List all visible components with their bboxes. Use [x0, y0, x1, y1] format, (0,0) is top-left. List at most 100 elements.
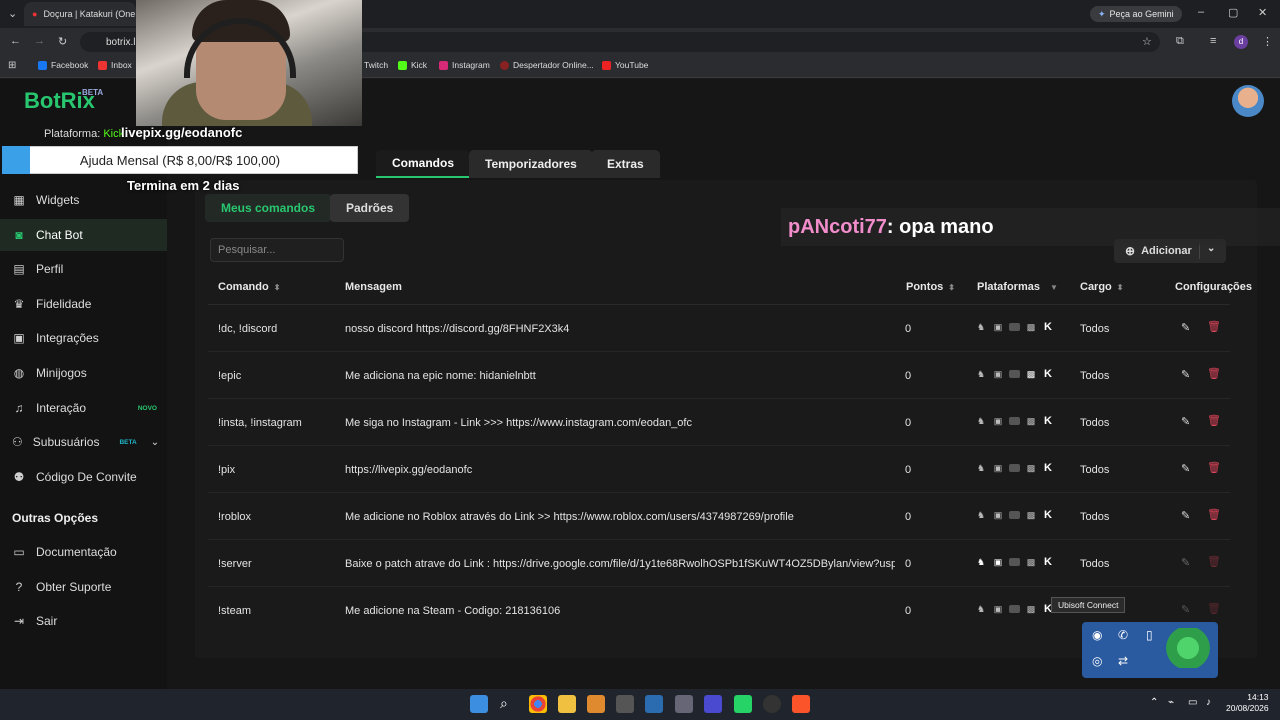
plug-icon: ▣: [13, 331, 25, 345]
browser-tab[interactable]: ● Doçura | Katakuri (One P: [24, 2, 136, 26]
tab-temporizadores[interactable]: Temporizadores: [469, 150, 593, 178]
profile-icon[interactable]: d: [1234, 35, 1248, 49]
discord-icon: ▩: [1026, 603, 1036, 614]
volume-icon[interactable]: ♪: [1206, 697, 1211, 708]
network-icon[interactable]: ▭: [1188, 697, 1197, 708]
back-icon[interactable]: ←: [10, 35, 21, 47]
sidebar-item-label: Minijogos: [36, 366, 87, 380]
bookmark-despertador[interactable]: Despertador Online...: [500, 60, 594, 70]
trovo-icon: ♞: [976, 368, 986, 379]
settings-icon[interactable]: [675, 695, 693, 713]
taskbar-clock[interactable]: 14:13 20/08/2026: [1226, 692, 1269, 714]
obs-icon[interactable]: [763, 695, 781, 713]
reload-icon[interactable]: ↻: [58, 35, 67, 48]
edit-icon[interactable]: ✎: [1181, 556, 1190, 569]
facebook-icon: [38, 60, 47, 70]
bookmark-inbox[interactable]: Inbox: [98, 60, 132, 70]
trash-icon[interactable]: 🗑: [1207, 602, 1221, 615]
filter-icon[interactable]: ▼: [1050, 283, 1058, 292]
bookmark-twitch[interactable]: Twitch: [364, 60, 388, 70]
table-row: !pix https://livepix.gg/eodanofc 0 ♞ ▣ ▩ K …: [208, 446, 1230, 493]
search-icon[interactable]: ⌕: [500, 695, 518, 713]
start-icon[interactable]: [470, 695, 488, 713]
subtab-padroes[interactable]: Padrões: [330, 194, 410, 222]
maximize-icon[interactable]: ▢: [1228, 6, 1238, 19]
user-avatar[interactable]: [1232, 85, 1264, 117]
sidebar-item-sair[interactable]: ⇥ Sair: [0, 605, 167, 637]
table-row: !epic Me adiciona na epic nome: hidaniel…: [208, 352, 1230, 399]
menu-icon[interactable]: ⋮: [1262, 35, 1273, 48]
plus-circle-icon: ⊕: [1125, 244, 1136, 258]
sidebar-item-documentacao[interactable]: ▭ Documentação: [0, 536, 167, 568]
sidebar-item-minijogos[interactable]: ◍ Minijogos: [0, 357, 167, 389]
header-points[interactable]: Pontos ⬍: [906, 281, 955, 293]
steam-icon[interactable]: ◎: [1092, 654, 1102, 668]
message-cell: nosso discord https://discord.gg/8FHNF2X…: [345, 322, 570, 335]
edit-icon[interactable]: ✎: [1181, 462, 1190, 475]
header-command[interactable]: Comando ⬍: [218, 281, 280, 293]
sidebar-item-subusuarios[interactable]: ⚇ Subusuários BETA ⌄: [0, 426, 167, 458]
apps-icon[interactable]: ⊞: [8, 60, 16, 71]
trash-icon[interactable]: 🗑: [1207, 367, 1221, 380]
beta-badge: BETA: [119, 438, 137, 446]
bookmark-facebook[interactable]: Facebook: [38, 60, 88, 70]
bookmark-star-icon[interactable]: ☆: [1142, 35, 1152, 48]
sidebar-item-suporte[interactable]: ? Obter Suporte: [0, 571, 167, 603]
sidebar-item-codigo-convite[interactable]: ⚉ Código De Convite: [0, 461, 167, 493]
tab-list-icon[interactable]: ≡: [1210, 35, 1216, 47]
whatsapp-icon[interactable]: ✆: [1118, 628, 1128, 642]
extensions-icon[interactable]: ⧉: [1176, 35, 1184, 48]
role-cell: Todos: [1080, 416, 1110, 429]
bookmark-youtube[interactable]: YouTube: [602, 60, 648, 70]
calculator-icon[interactable]: [616, 695, 634, 713]
close-icon[interactable]: ✕: [1258, 6, 1267, 19]
bookmark-kick[interactable]: Kick: [398, 60, 427, 70]
youtube-icon: [1009, 370, 1020, 378]
edit-icon[interactable]: ✎: [1181, 509, 1190, 522]
header-platforms[interactable]: Plataformas ▼: [977, 281, 1058, 293]
bookmark-instagram[interactable]: Instagram: [439, 60, 490, 70]
sidebar-item-integracoes[interactable]: ▣ Integrações: [0, 322, 167, 354]
command-cell: !dc, !discord: [218, 322, 278, 335]
subtab-meus-comandos[interactable]: Meus comandos: [205, 194, 332, 222]
tab-search-icon[interactable]: ⌄: [8, 7, 17, 20]
network-icon[interactable]: ⇄: [1118, 654, 1128, 668]
minimize-icon[interactable]: –: [1198, 6, 1204, 18]
folder-icon[interactable]: [558, 695, 576, 713]
role-cell: Todos: [1080, 369, 1110, 382]
sidebar-item-chat-bot[interactable]: ◙ Chat Bot: [0, 219, 167, 251]
ubisoft-icon[interactable]: ◉: [1092, 628, 1102, 642]
trovo-icon: ♞: [976, 556, 986, 567]
wifi-icon[interactable]: ⌁: [1168, 697, 1174, 708]
trash-icon[interactable]: 🗑: [1207, 508, 1221, 521]
command-cell: !insta, !instagram: [218, 416, 302, 429]
edit-icon[interactable]: ✎: [1181, 321, 1190, 334]
trash-icon[interactable]: 🗑: [1207, 555, 1221, 568]
edit-icon[interactable]: ✎: [1181, 603, 1190, 616]
gemini-button[interactable]: ✦ Peça ao Gemini: [1090, 6, 1182, 22]
mail-icon[interactable]: [645, 695, 663, 713]
trash-icon[interactable]: 🗑: [1207, 320, 1221, 333]
usb-icon[interactable]: ▯: [1146, 628, 1153, 642]
trash-icon[interactable]: 🗑: [1207, 414, 1221, 427]
sidebar-item-fidelidade[interactable]: ♛ Fidelidade: [0, 288, 167, 320]
sidebar-item-interacao[interactable]: ♫ Interação NOVO: [0, 392, 167, 424]
role-cell: Todos: [1080, 322, 1110, 335]
whatsapp-icon[interactable]: [734, 695, 752, 713]
brave-icon[interactable]: [792, 695, 810, 713]
search-input[interactable]: [210, 238, 344, 262]
edit-icon[interactable]: ✎: [1181, 368, 1190, 381]
trophy-icon: ♛: [13, 297, 25, 311]
sidebar-item-perfil[interactable]: ▤ Perfil: [0, 253, 167, 285]
tray-chevron-icon[interactable]: ⌃: [1150, 697, 1158, 708]
tab-comandos[interactable]: Comandos: [376, 150, 471, 178]
app-icon[interactable]: [704, 695, 722, 713]
edit-icon[interactable]: ✎: [1181, 415, 1190, 428]
forward-icon[interactable]: →: [34, 35, 45, 47]
discord-icon: ▩: [1026, 321, 1036, 332]
trash-icon[interactable]: 🗑: [1207, 461, 1221, 474]
tab-extras[interactable]: Extras: [591, 150, 660, 178]
header-role[interactable]: Cargo ⬍: [1080, 281, 1123, 293]
notes-icon[interactable]: [587, 695, 605, 713]
chrome-icon[interactable]: [529, 695, 547, 713]
